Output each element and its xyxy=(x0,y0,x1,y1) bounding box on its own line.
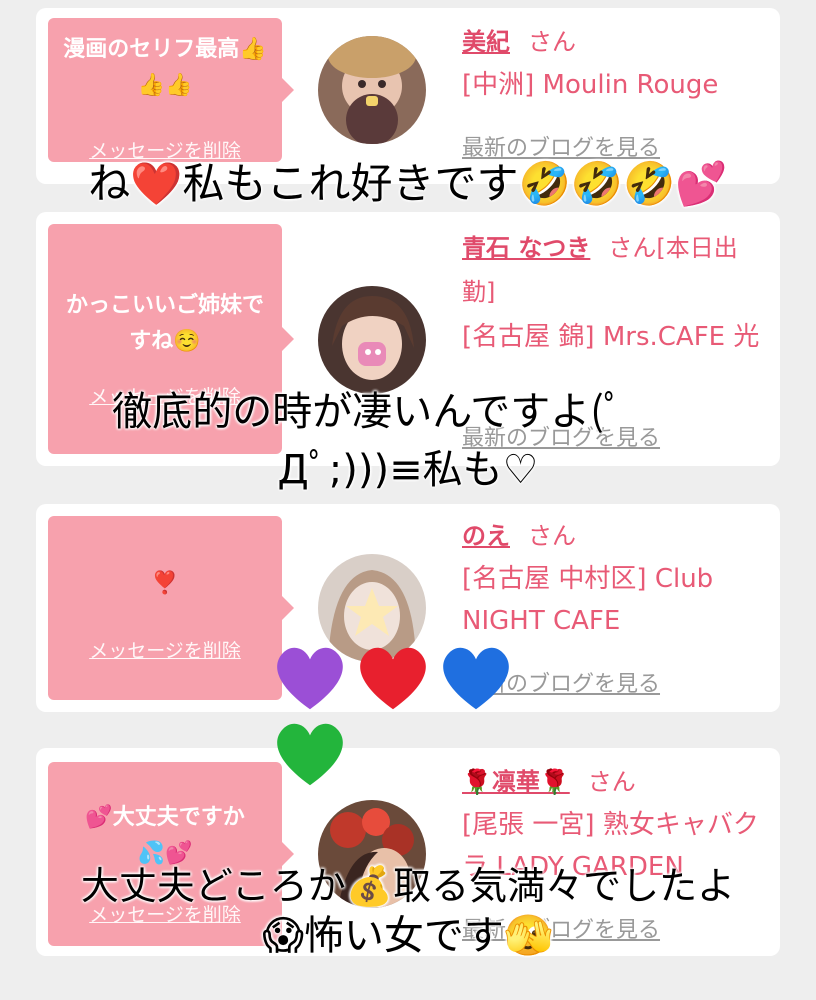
cast-name-link[interactable]: 美紀 xyxy=(462,28,510,56)
message-text: 漫画のセリフ最高👍👍👍 xyxy=(63,37,267,98)
overlay-caption-3b: 😱怖い女です🫣 xyxy=(262,913,554,959)
message-bubble: ❣️ メッセージを削除 xyxy=(48,516,294,700)
shop-name: [名古屋 錦] Mrs.CAFE 光 xyxy=(462,322,760,352)
overlay-caption-2b: Дﾟ;)))≡私も♡ xyxy=(277,447,539,493)
message-text: かっこいいご姉妹ですね☺️ xyxy=(65,293,264,354)
cast-name-link[interactable]: のえ xyxy=(462,522,510,550)
green-heart-icon xyxy=(277,723,343,786)
message-card: 漫画のセリフ最高👍👍👍 メッセージを削除 美紀 さん [中洲] Moulin Ro… xyxy=(36,8,780,184)
cast-info: 美紀 さん [中洲] Moulin Rouge xyxy=(462,22,762,106)
message-bubble: 漫画のセリフ最高👍👍👍 メッセージを削除 xyxy=(48,18,294,162)
avatar[interactable] xyxy=(318,36,426,144)
honorific: さん xyxy=(528,28,576,56)
red-heart-icon xyxy=(360,647,426,710)
overlay-caption-1: ね❤️私もこれ好きです🤣🤣🤣💕 xyxy=(88,159,728,208)
latest-blog-link[interactable]: 最新のブログを見る xyxy=(462,130,660,162)
avatar[interactable] xyxy=(318,286,426,394)
honorific: さん xyxy=(587,768,636,796)
purple-heart-icon xyxy=(277,647,343,710)
cast-name-link[interactable]: 🌹凛華🌹 xyxy=(462,768,570,796)
shop-name: [名古屋 中村区] Club NIGHT CAFE xyxy=(462,564,714,636)
blue-heart-icon xyxy=(443,647,510,710)
cast-info: 青石 なつき さん[本日出勤] [名古屋 錦] Mrs.CAFE 光 xyxy=(462,226,762,358)
shop-name: [中洲] Moulin Rouge xyxy=(462,70,719,100)
overlay-caption-2a: 徹底的の時が凄いんですよ(ﾟ xyxy=(112,389,624,435)
cast-name-link[interactable]: 青石 なつき xyxy=(462,234,590,262)
honorific: さん xyxy=(528,522,576,550)
message-text: ❣️ xyxy=(151,571,179,596)
cast-info: のえ さん [名古屋 中村区] Club NIGHT CAFE xyxy=(462,516,762,642)
delete-message-link[interactable]: メッセージを削除 xyxy=(48,636,282,663)
heart-sticker-row xyxy=(272,640,592,786)
overlay-caption-3a: 大丈夫どころか💰取る気満々でしたよ xyxy=(80,864,736,908)
